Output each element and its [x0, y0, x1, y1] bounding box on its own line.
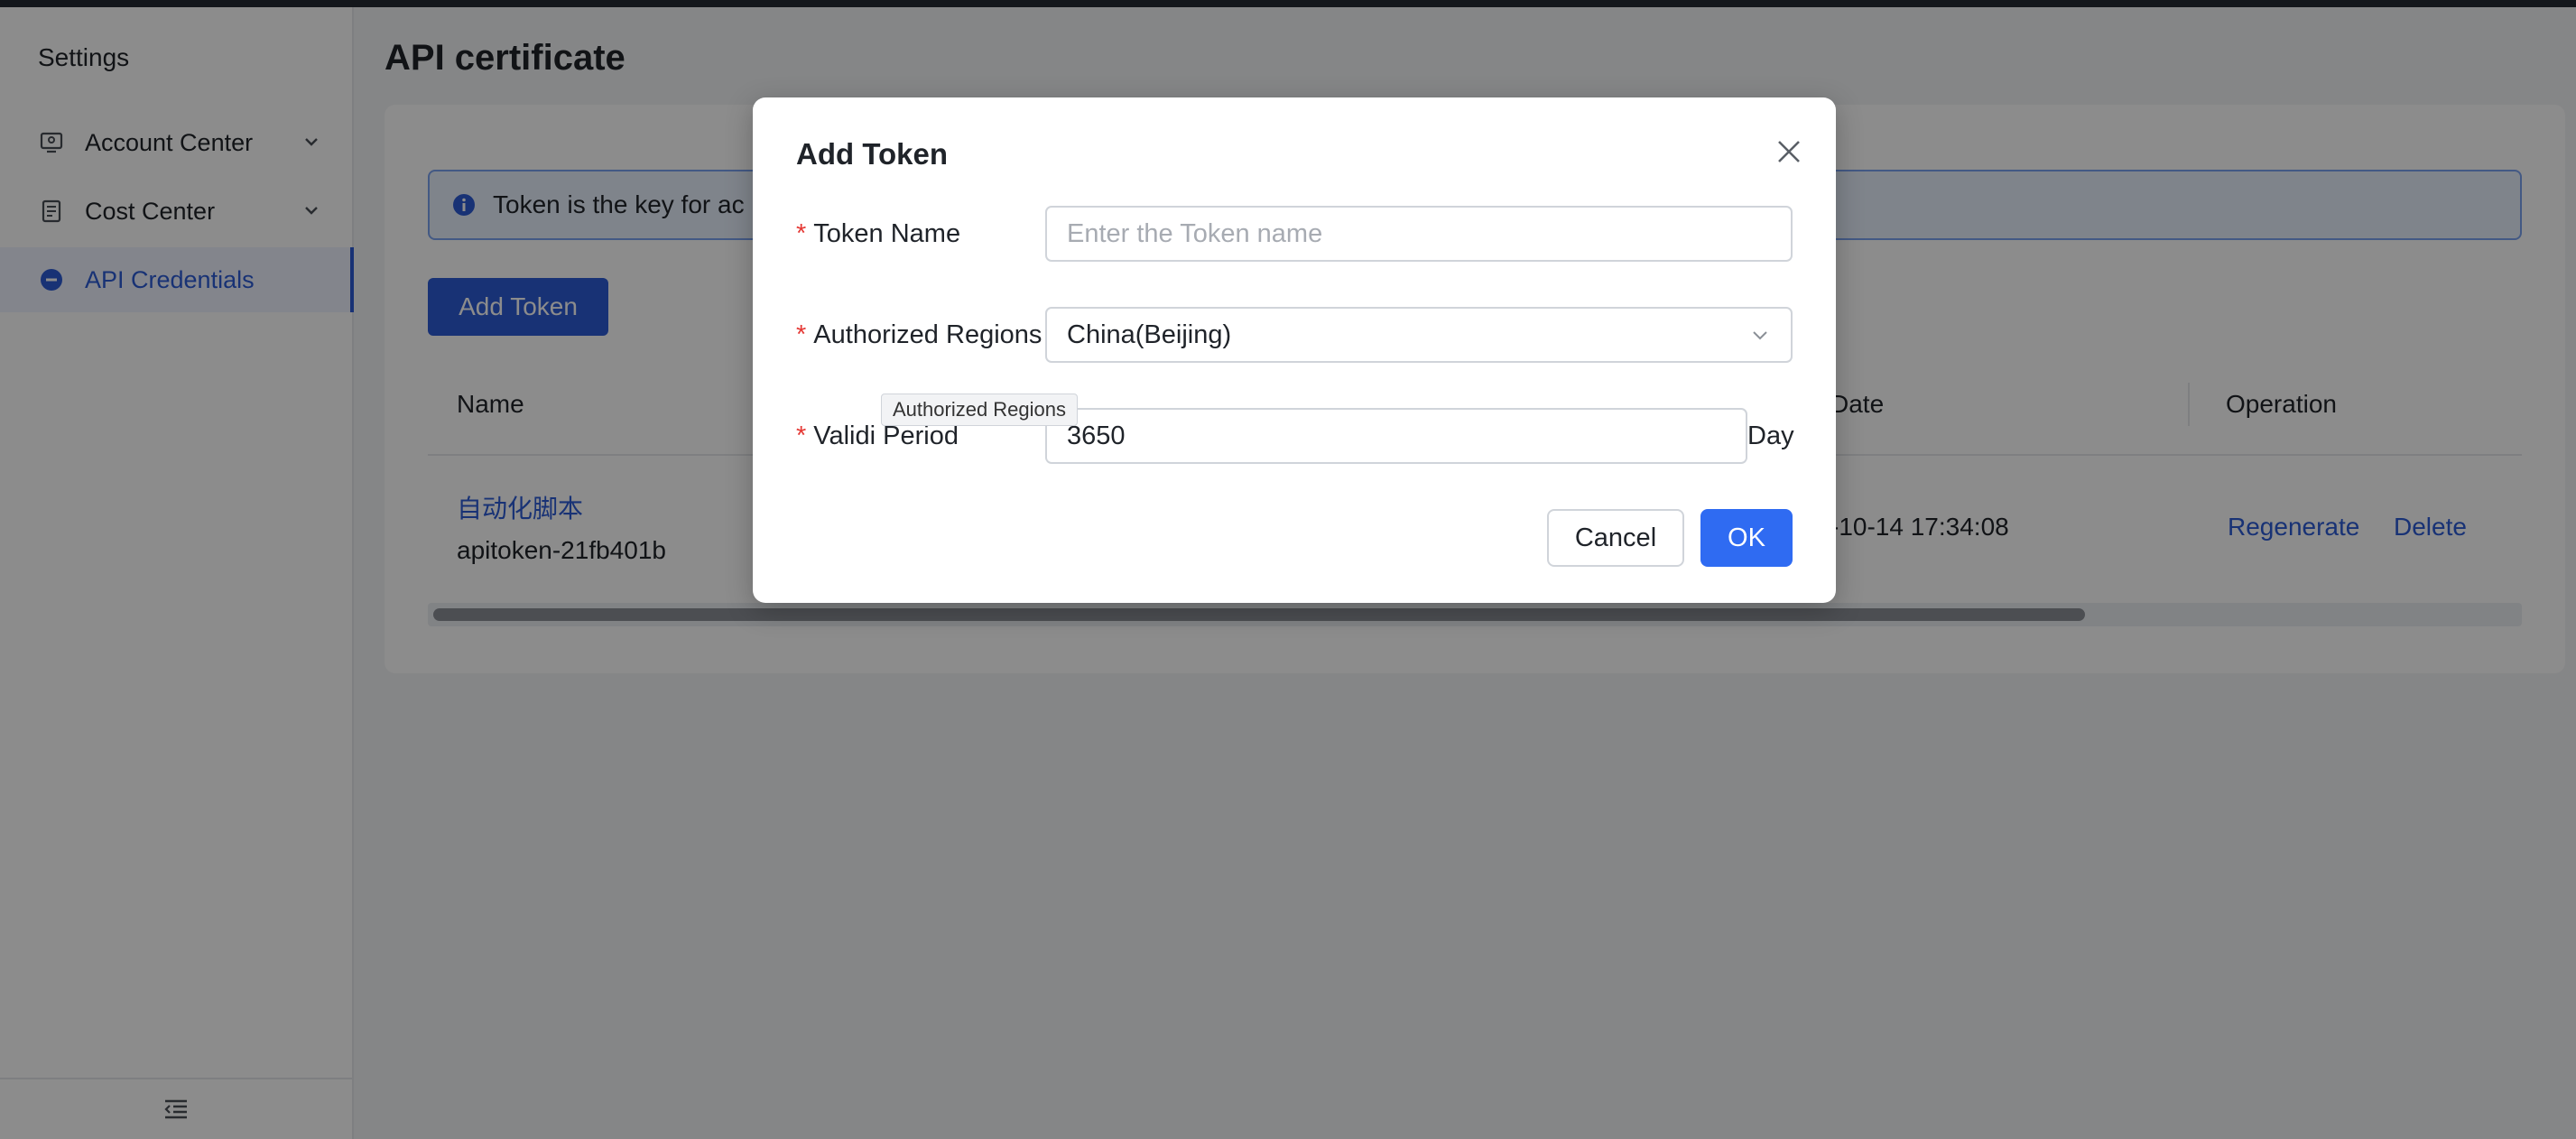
authorized-regions-label: * Authorized Regions	[796, 319, 1042, 349]
close-icon[interactable]	[1769, 132, 1809, 171]
dialog-title: Add Token	[796, 137, 949, 171]
top-bar	[0, 0, 2576, 7]
period-unit: Day	[1747, 421, 1794, 450]
cancel-button[interactable]: Cancel	[1547, 509, 1684, 567]
chevron-down-icon	[1753, 331, 1767, 340]
token-name-input[interactable]	[1045, 206, 1793, 262]
required-asterisk: *	[796, 218, 807, 248]
ok-button[interactable]: OK	[1700, 509, 1793, 567]
tooltip: Authorized Regions	[881, 394, 1079, 426]
selected-region: China(Beijing)	[1067, 319, 1232, 349]
add-token-dialog: Add Token * Token Name * Authorized Regi…	[753, 97, 1836, 603]
token-name-label: * Token Name	[796, 218, 961, 248]
required-asterisk: *	[796, 319, 807, 349]
required-asterisk: *	[796, 421, 807, 450]
validity-period-input[interactable]	[1045, 408, 1747, 464]
authorized-regions-select[interactable]: China(Beijing)	[1045, 307, 1793, 363]
